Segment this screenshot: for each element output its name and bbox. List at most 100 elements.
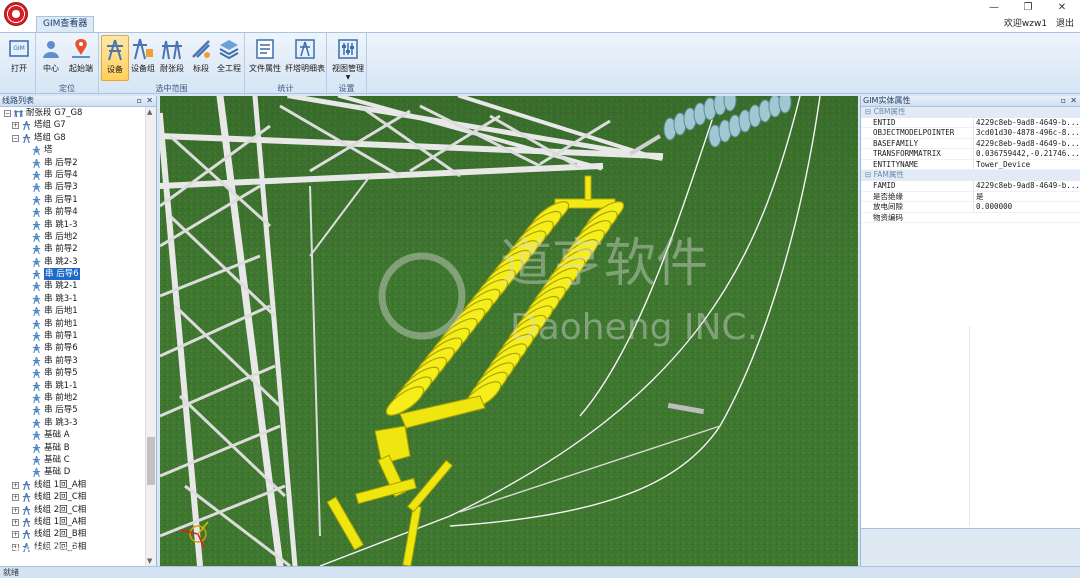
tree-node[interactable]: 串 跳2-1: [0, 280, 145, 292]
tower-icon: [22, 492, 31, 503]
dropdown-arrow-icon[interactable]: ▼: [331, 74, 365, 81]
ribbon-button-3-1[interactable]: 杆塔明细表: [285, 35, 325, 81]
property-row[interactable]: BASEFAMILY 4229c8eb-9ad8-4649-b...: [861, 138, 1080, 150]
device-icon: [32, 269, 41, 280]
restore-icon[interactable]: ❐: [1014, 0, 1042, 16]
corner-watermark: 大数跨境: [8, 538, 80, 564]
tree-node[interactable]: 串 跳2-3: [0, 256, 145, 268]
property-row[interactable]: 放电间隙 0.000000: [861, 202, 1080, 213]
tree-node[interactable]: 串 前导4: [0, 206, 145, 218]
tree-node[interactable]: 串 后地1: [0, 305, 145, 317]
tree-node[interactable]: 基础 D: [0, 466, 145, 478]
property-category[interactable]: ⊟ CBM属性: [861, 107, 1080, 118]
tree-node[interactable]: 串 后导4: [0, 169, 145, 181]
property-row[interactable]: OBJECTMODELPOINTER 3cd01d30-4878-496c-8..…: [861, 128, 1080, 139]
ribbon-button-1-0[interactable]: 中心: [38, 35, 64, 81]
scroll-up-icon[interactable]: ▲: [147, 108, 152, 116]
tree-node[interactable]: 串 后导2: [0, 157, 145, 169]
tree-node[interactable]: 串 后导1: [0, 194, 145, 206]
tree-node[interactable]: 串 后地2: [0, 231, 145, 243]
property-category[interactable]: ⊟ FAM属性: [861, 170, 1080, 181]
tree-node[interactable]: + 线组 1回_A相: [0, 479, 145, 491]
close-panel-icon[interactable]: ✕: [1070, 96, 1077, 106]
property-row[interactable]: TRANSFORMMATRIX 0.036759442,-0.21746...: [861, 149, 1080, 160]
expand-icon[interactable]: +: [12, 518, 19, 526]
property-key: 物资编码: [873, 212, 903, 222]
property-row[interactable]: FAMID 4229c8eb-9ad8-4649-b...: [861, 180, 1080, 192]
tree-node-label: 基础 A: [44, 430, 70, 441]
tree-node[interactable]: 串 跳3-1: [0, 293, 145, 305]
pin-icon[interactable]: ▫: [137, 96, 142, 106]
app-logo-icon[interactable]: [4, 2, 28, 26]
tree-node[interactable]: 串 前导1: [0, 330, 145, 342]
tree-node[interactable]: 串 前导3: [0, 355, 145, 367]
minimize-icon[interactable]: —: [980, 0, 1008, 16]
ribbon-button-4-0[interactable]: 视图管理 ▼: [331, 35, 365, 81]
tree-node-label: 线组 2回_C相: [34, 504, 87, 515]
tree-scrollbar[interactable]: ▲ ▼: [145, 107, 156, 566]
ribbon-button-1-1[interactable]: 起始端: [66, 35, 96, 81]
property-row[interactable]: 是否绝缘 是: [861, 191, 1080, 203]
tree-node-label: 塔组 G8: [34, 132, 66, 143]
tree-node-label: 串 后地2: [44, 231, 78, 242]
open-file-icon: GIM: [4, 37, 34, 61]
scroll-down-icon[interactable]: ▼: [147, 557, 152, 565]
property-row[interactable]: ENTID 4229c8eb-9ad8-4649-b...: [861, 117, 1080, 129]
tree-node-label: 串 跳3-3: [44, 417, 78, 428]
ribbon-button-0-0[interactable]: GIM 打开: [4, 35, 34, 81]
tree-node[interactable]: − 耐张段 G7_G8: [0, 107, 145, 119]
tab-gim-viewer[interactable]: GIM查看器: [36, 16, 95, 32]
device-icon: [32, 146, 41, 156]
property-row[interactable]: ENTITYNAME Tower_Device: [861, 159, 1080, 171]
device-icon: [32, 207, 41, 218]
close-panel-icon[interactable]: ✕: [146, 96, 153, 106]
tree-node[interactable]: 串 前导6: [0, 342, 145, 354]
tree-node[interactable]: 串 跳3-3: [0, 417, 145, 429]
tree-node[interactable]: 串 后导3: [0, 181, 145, 193]
tree-node[interactable]: 串 前地1: [0, 318, 145, 330]
tree-node[interactable]: + 线组 2回_C相: [0, 491, 145, 503]
tree-node[interactable]: 串 前导5: [0, 367, 145, 379]
device-icon: [32, 294, 41, 305]
expand-icon[interactable]: +: [12, 122, 19, 130]
tree-node[interactable]: 基础 B: [0, 442, 145, 454]
tree-node[interactable]: + 塔组 G7: [0, 119, 145, 131]
tree-node[interactable]: 基础 A: [0, 429, 145, 441]
3d-viewport[interactable]: 道亨软件 Daoheng INC.: [160, 96, 858, 566]
whole-project-icon: [215, 37, 243, 61]
ribbon: GIM 打开 中心 起始端 定位 设备 设备组 耐张段 标段 全工程 选中范围 文件属性 杆塔明细表 统计…: [0, 32, 1080, 95]
expand-icon[interactable]: +: [12, 481, 19, 489]
tree-node[interactable]: − 塔组 G8: [0, 132, 145, 144]
ribbon-button-2-0[interactable]: 设备: [101, 35, 129, 81]
tree-node[interactable]: 串 跳1-1: [0, 380, 145, 392]
tree-node-label: 串 后导6: [44, 268, 80, 281]
tree-node-label: 串 跳1-1: [44, 380, 78, 391]
ribbon-button-2-4[interactable]: 全工程: [215, 35, 243, 81]
ribbon-button-3-0[interactable]: 文件属性: [247, 35, 283, 81]
logout-link[interactable]: 退出: [1056, 19, 1074, 29]
pin-icon[interactable]: ▫: [1061, 96, 1066, 106]
tree-node-label: 串 前导5: [44, 368, 78, 379]
tree-node[interactable]: 串 后导6: [0, 268, 145, 281]
tree-node[interactable]: + 线组 2回_C相: [0, 504, 145, 516]
tree-node[interactable]: 基础 C: [0, 454, 145, 466]
expand-icon[interactable]: +: [12, 506, 19, 514]
scrollbar-thumb[interactable]: [147, 437, 155, 485]
tree-node[interactable]: 串 前地2: [0, 392, 145, 404]
tree-node[interactable]: 塔: [0, 144, 145, 156]
ribbon-button-2-1[interactable]: 设备组: [130, 35, 156, 81]
tree-node[interactable]: 串 后导5: [0, 404, 145, 416]
property-value: 3cd01d30-4878-496c-8...: [973, 128, 1079, 139]
device-group-icon: [130, 37, 156, 61]
tree-node[interactable]: + 线组 1回_A相: [0, 516, 145, 528]
ribbon-button-2-2[interactable]: 耐张段: [158, 35, 186, 81]
expand-icon[interactable]: +: [12, 494, 19, 502]
close-icon[interactable]: ✕: [1048, 0, 1076, 16]
property-row[interactable]: 物资编码: [861, 213, 1080, 224]
tree-node[interactable]: 串 前导2: [0, 243, 145, 255]
ribbon-group-label: 选中范围: [155, 84, 188, 93]
tree-node[interactable]: 串 跳1-3: [0, 219, 145, 231]
collapse-icon[interactable]: −: [4, 110, 11, 117]
ribbon-button-2-3[interactable]: 标段: [188, 35, 214, 81]
collapse-icon[interactable]: −: [12, 134, 19, 142]
